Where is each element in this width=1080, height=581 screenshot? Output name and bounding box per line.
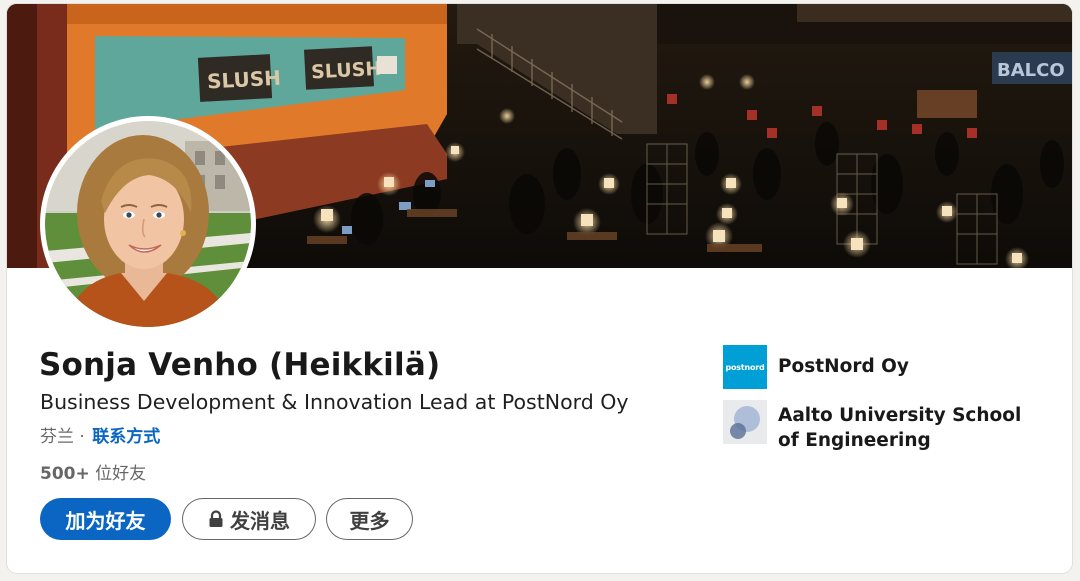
profile-avatar[interactable] bbox=[40, 116, 256, 332]
profile-location: 芬兰 · bbox=[40, 427, 85, 447]
connections-label: 位好友 bbox=[95, 464, 147, 484]
education-school[interactable]: Aalto University School of Engineering bbox=[723, 400, 1048, 453]
connections-number: 500+ bbox=[40, 464, 90, 484]
avatar-photo bbox=[45, 121, 251, 327]
connect-button[interactable]: 加为好友 bbox=[40, 498, 171, 540]
profile-name: Sonja Venho (Heikkilä) bbox=[39, 347, 441, 383]
location-line: 芬兰 · 联系方式 bbox=[40, 422, 160, 447]
school-name: Aalto University School of Engineering bbox=[778, 405, 1022, 451]
lock-icon bbox=[208, 510, 224, 528]
message-button-label: 发消息 bbox=[230, 508, 290, 533]
connect-button-label: 加为好友 bbox=[65, 508, 146, 533]
postnord-logo: postnord bbox=[723, 345, 767, 389]
connections-count[interactable]: 500+ 位好友 bbox=[40, 459, 146, 484]
message-button[interactable]: 发消息 bbox=[182, 498, 316, 540]
cover-balcony-sign: BALCO bbox=[997, 60, 1065, 81]
company-name: PostNord Oy bbox=[778, 356, 909, 377]
current-company[interactable]: postnord PostNord Oy bbox=[723, 345, 909, 389]
more-button[interactable]: 更多 bbox=[326, 498, 413, 540]
cover-sign-text: SLUSH bbox=[311, 58, 382, 84]
contact-info-link[interactable]: 联系方式 bbox=[92, 427, 160, 447]
cover-sign-text: SLUSH bbox=[207, 66, 282, 94]
more-button-label: 更多 bbox=[349, 508, 390, 533]
profile-card: SLUSH SLUSH BALCO Sonja Venho (Heikkilä)… bbox=[7, 4, 1072, 573]
postnord-logo-text: postnord bbox=[725, 362, 765, 372]
profile-headline: Business Development & Innovation Lead a… bbox=[40, 390, 629, 414]
aalto-logo bbox=[723, 400, 767, 444]
